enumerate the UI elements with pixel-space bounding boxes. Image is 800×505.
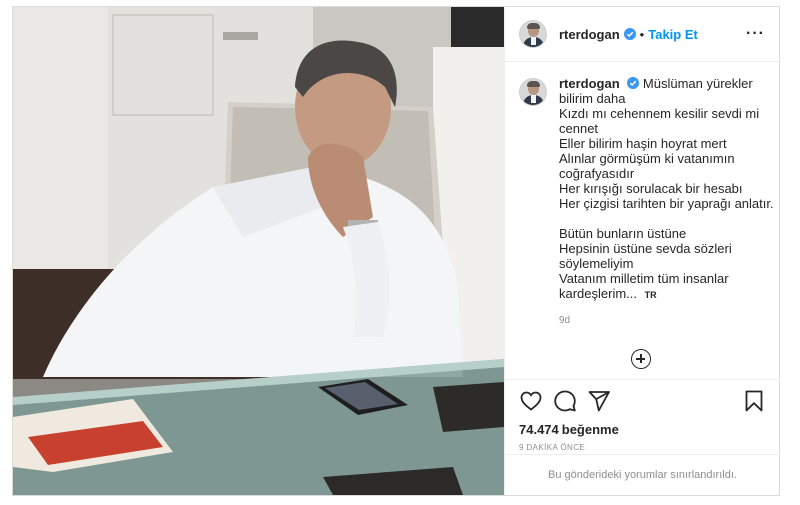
share-icon[interactable] xyxy=(587,389,611,413)
post-header: rterdogan • Takip Et ··· xyxy=(505,7,779,62)
post-caption: rterdogan Müslüman yürekler bilirim daha… xyxy=(505,62,779,328)
username-link[interactable]: rterdogan xyxy=(559,27,620,42)
verified-badge-icon xyxy=(623,28,636,40)
caption-line: coğrafyasıdır xyxy=(559,166,635,181)
caption-line: Alınlar görmüşüm ki vatanımın xyxy=(559,151,735,166)
add-comment-icon[interactable] xyxy=(631,349,651,369)
caption-line: Hepsinin üstüne sevda sözleri xyxy=(559,241,732,256)
separator-dot: • xyxy=(639,26,645,42)
caption-gap xyxy=(559,211,759,226)
instagram-post: rterdogan • Takip Et ··· rterdogan Müslü… xyxy=(12,6,780,496)
caption-last-line: kardeşlerim... TR xyxy=(559,286,759,303)
caption-line: Eller bilirim haşin hoyrat mert xyxy=(559,136,727,151)
post-photo[interactable] xyxy=(13,7,504,495)
caption-line: bilirim daha xyxy=(559,91,626,106)
caption-line: kardeşlerim... xyxy=(559,286,638,301)
caption-time-ago[interactable]: 9d xyxy=(559,313,759,328)
caption-line: Bütün bunların üstüne xyxy=(559,226,687,241)
caption-username[interactable]: rterdogan xyxy=(559,76,620,91)
likes-number: 74.474 xyxy=(519,422,559,437)
caption-line: cennet xyxy=(559,121,599,136)
avatar[interactable] xyxy=(519,20,547,48)
heart-icon[interactable] xyxy=(519,389,543,413)
comment-icon[interactable] xyxy=(553,389,577,413)
action-row xyxy=(519,388,766,414)
follow-button[interactable]: Takip Et xyxy=(648,27,698,42)
caption-line: Vatanım milletim tüm insanlar xyxy=(559,271,729,286)
caption-avatar[interactable] xyxy=(519,78,547,106)
caption-line: Her çizgisi tarihten bir yaprağı anlatır… xyxy=(559,196,774,211)
caption-line: Her kırışığı sorulacak bir hesabı xyxy=(559,181,743,196)
post-photo-illustration xyxy=(13,7,504,495)
post-timestamp[interactable]: 9 DAKİKA ÖNCE xyxy=(519,443,766,452)
comments-limited-notice: Bu gönderideki yorumlar sınırlandırıldı. xyxy=(505,454,780,495)
translate-badge[interactable]: TR xyxy=(645,290,657,300)
likes-word: beğenme xyxy=(561,422,619,437)
more-options-icon[interactable]: ··· xyxy=(746,26,765,42)
caption-line: Müslüman yürekler xyxy=(642,76,753,91)
caption-first-line: rterdogan Müslüman yürekler xyxy=(559,76,759,91)
likes-count[interactable]: 74.474 beğenme xyxy=(519,422,766,437)
bookmark-icon[interactable] xyxy=(742,389,766,413)
caption-text: rterdogan Müslüman yürekler bilirim daha… xyxy=(559,76,774,328)
post-actions: 74.474 beğenme 9 DAKİKA ÖNCE xyxy=(505,379,780,452)
post-side-panel: rterdogan • Takip Et ··· rterdogan Müslü… xyxy=(504,7,780,495)
caption-verified-badge-icon xyxy=(627,77,640,89)
caption-line: söylemeliyim xyxy=(559,256,634,271)
caption-line: Kızdı mı cehennem kesilir sevdi mi xyxy=(559,106,760,121)
